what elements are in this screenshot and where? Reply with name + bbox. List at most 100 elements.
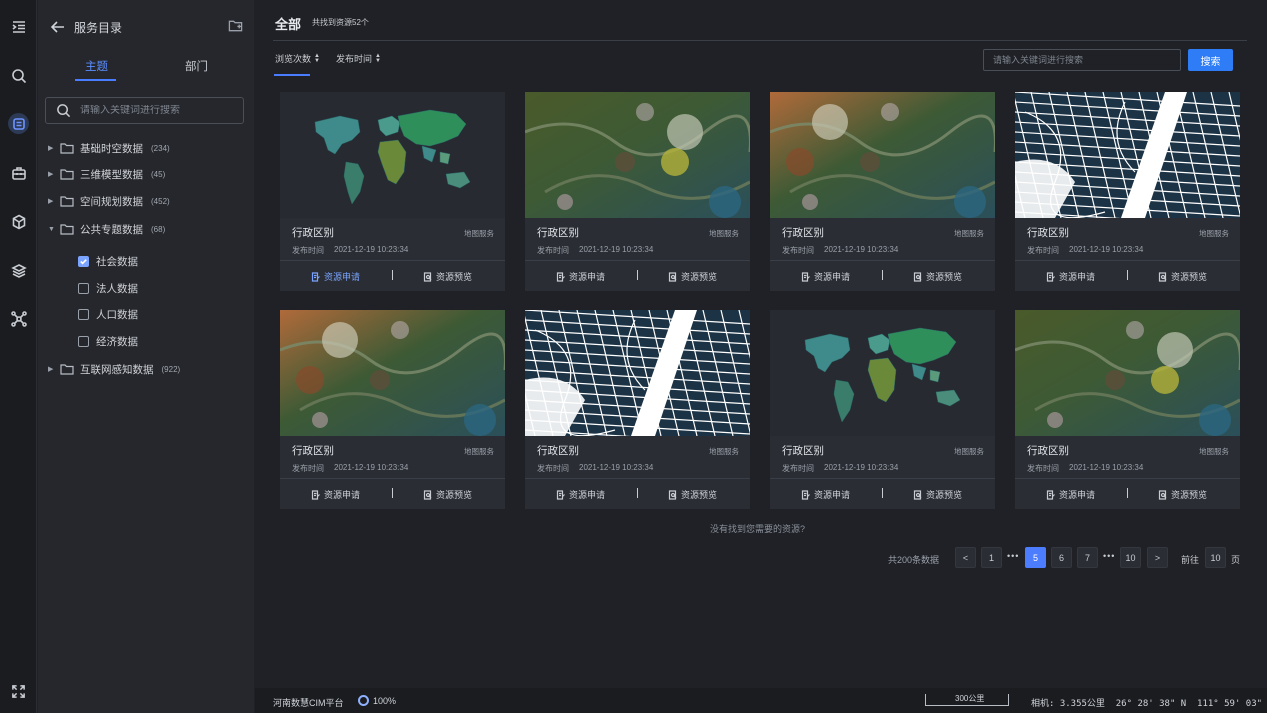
tab-theme[interactable]: 主题 — [85, 58, 108, 74]
tree-node-count: (234) — [151, 143, 170, 153]
apply-resource-button[interactable]: 资源申请 — [311, 488, 360, 501]
apply-resource-button[interactable]: 资源申请 — [556, 270, 605, 283]
checkbox[interactable] — [78, 255, 89, 267]
main-content: 全部 共找到资源52个 浏览次数 ▲▼ 发布时间 ▲▼ 搜索 行政区别地图服务发… — [255, 0, 1267, 688]
leaf-population-data[interactable]: 人口数据 — [78, 306, 138, 322]
page-button[interactable]: 1 — [981, 547, 1002, 568]
toolbox-icon[interactable] — [8, 162, 29, 183]
card-thumbnail[interactable] — [1015, 92, 1240, 218]
main-search-input[interactable] — [983, 49, 1181, 71]
add-folder-icon[interactable] — [228, 18, 244, 34]
page-ellipsis[interactable]: ••• — [1007, 551, 1019, 561]
sort-by-publish-time[interactable]: 发布时间 ▲ ▼ — [336, 52, 381, 65]
resource-card[interactable]: 行政区别 地图服务 发布时间 2021-12-19 10:23:34 资源申请 资源预览 — [1015, 92, 1240, 291]
resource-card[interactable]: 行政区别 地图服务 发布时间 2021-12-19 10:23:34 资源申请 资源预览 — [525, 310, 750, 509]
goto-suffix: 页 — [1231, 555, 1241, 565]
apply-resource-button[interactable]: 资源申请 — [1046, 488, 1095, 501]
resource-card[interactable]: 行政区别 地图服务 发布时间 2021-12-19 10:23:34 资源申请 资源预览 — [280, 92, 505, 291]
result-count: 共找到资源52个 — [312, 18, 369, 27]
page-button[interactable]: 10 — [1120, 547, 1141, 568]
preview-label: 资源预览 — [926, 490, 963, 500]
preview-doc-icon — [1158, 271, 1167, 282]
card-thumbnail[interactable] — [770, 310, 995, 436]
catalog-icon[interactable] — [8, 113, 29, 134]
network-icon[interactable] — [8, 308, 29, 329]
tree-node-label: 公共专题数据 — [80, 223, 143, 236]
search-button[interactable]: 搜索 — [1188, 49, 1233, 71]
leaf-economic-data[interactable]: 经济数据 — [78, 333, 138, 349]
goto-page-input[interactable]: 10 — [1205, 547, 1226, 568]
card-thumbnail[interactable] — [1015, 310, 1240, 436]
page-button[interactable]: 6 — [1051, 547, 1072, 568]
folder-icon — [60, 195, 74, 207]
caret-down-icon[interactable]: ▼ — [48, 226, 56, 233]
fullscreen-icon[interactable] — [11, 684, 26, 699]
preview-resource-button[interactable]: 资源预览 — [668, 270, 717, 283]
edit-doc-icon — [801, 489, 810, 500]
tree-node-internet-sensing[interactable]: ▶ 互联网感知数据 (922) — [48, 360, 180, 378]
resource-card[interactable]: 行政区别 地图服务 发布时间 2021-12-19 10:23:34 资源申请 资源预览 — [770, 92, 995, 291]
catalog-sidebar: 服务目录 主题 部门 ▶ 基础时空数据 (234) ▶ 三维模型数据 (45) — [38, 0, 254, 713]
menu-indent-icon[interactable] — [8, 16, 29, 37]
card-thumbnail[interactable] — [525, 310, 750, 436]
preview-resource-button[interactable]: 资源预览 — [668, 488, 717, 501]
sidebar-search-input[interactable] — [80, 105, 230, 116]
card-thumbnail[interactable] — [525, 92, 750, 218]
card-thumbnail[interactable] — [770, 92, 995, 218]
separator — [882, 270, 883, 280]
checkbox[interactable] — [78, 308, 89, 320]
prev-page-button[interactable]: < — [955, 547, 976, 568]
tree-node-label: 基础时空数据 — [80, 142, 143, 155]
resource-card[interactable]: 行政区别 地图服务 发布时间 2021-12-19 10:23:34 资源申请 资源预览 — [525, 92, 750, 291]
resource-card[interactable]: 行政区别 地图服务 发布时间 2021-12-19 10:23:34 资源申请 资源预览 — [280, 310, 505, 509]
preview-resource-button[interactable]: 资源预览 — [1158, 488, 1207, 501]
tab-department[interactable]: 部门 — [185, 58, 208, 74]
apply-resource-button[interactable]: 资源申请 — [801, 270, 850, 283]
preview-resource-button[interactable]: 资源预览 — [913, 488, 962, 501]
leaf-social-data[interactable]: 社会数据 — [78, 253, 138, 269]
page-button[interactable]: 7 — [1077, 547, 1098, 568]
tree-node-basic-spatial[interactable]: ▶ 基础时空数据 (234) — [48, 139, 170, 157]
layers-icon[interactable] — [8, 260, 29, 281]
card-type-badge: 地图服务 — [709, 229, 739, 238]
caret-right-icon[interactable]: ▶ — [48, 170, 56, 178]
resource-card[interactable]: 行政区别 地图服务 发布时间 2021-12-19 10:23:34 资源申请 资源预览 — [1015, 310, 1240, 509]
tree-node-spatial-planning[interactable]: ▶ 空间规划数据 (452) — [48, 192, 170, 210]
leaf-label: 经济数据 — [96, 335, 138, 348]
next-page-button[interactable]: > — [1147, 547, 1168, 568]
checkbox[interactable] — [78, 335, 89, 347]
apply-resource-button[interactable]: 资源申请 — [1046, 270, 1095, 283]
checkbox[interactable] — [78, 282, 89, 294]
card-date: 2021-12-19 10:23:34 — [334, 463, 409, 472]
tree-node-public-topic[interactable]: ▼ 公共专题数据 (68) — [48, 220, 165, 238]
leaf-legal-person-data[interactable]: 法人数据 — [78, 280, 138, 296]
caret-right-icon[interactable]: ▶ — [48, 197, 56, 205]
sort-by-views[interactable]: 浏览次数 ▲ ▼ — [275, 52, 320, 65]
cube-icon[interactable] — [8, 211, 29, 232]
preview-resource-button[interactable]: 资源预览 — [1158, 270, 1207, 283]
page-ellipsis[interactable]: ••• — [1103, 551, 1115, 561]
folder-icon — [60, 223, 74, 235]
card-date: 2021-12-19 10:23:34 — [824, 463, 899, 472]
apply-resource-button[interactable]: 资源申请 — [556, 488, 605, 501]
card-date: 2021-12-19 10:23:34 — [579, 245, 654, 254]
apply-resource-button[interactable]: 资源申请 — [801, 488, 850, 501]
caret-right-icon[interactable]: ▶ — [48, 365, 56, 373]
tree-node-count: (452) — [151, 196, 170, 206]
apply-resource-button[interactable]: 资源申请 — [311, 270, 360, 283]
preview-resource-button[interactable]: 资源预览 — [913, 270, 962, 283]
resource-card[interactable]: 行政区别 地图服务 发布时间 2021-12-19 10:23:34 资源申请 资源预览 — [770, 310, 995, 509]
card-thumbnail[interactable] — [280, 92, 505, 218]
preview-resource-button[interactable]: 资源预览 — [423, 488, 472, 501]
tree-node-3d-model[interactable]: ▶ 三维模型数据 (45) — [48, 165, 165, 183]
load-progress: 100% — [373, 696, 397, 706]
page-button-current[interactable]: 5 — [1025, 547, 1046, 568]
card-type-badge: 地图服务 — [1199, 229, 1229, 238]
card-thumbnail[interactable] — [280, 310, 505, 436]
no-result-link[interactable]: 没有找到您需要的资源? — [710, 522, 805, 535]
search-icon[interactable] — [8, 65, 29, 86]
caret-right-icon[interactable]: ▶ — [48, 144, 56, 152]
preview-resource-button[interactable]: 资源预览 — [423, 270, 472, 283]
camera-readout: 相机: 3.355公里 26° 28' 38" N 111° 59' 03" E — [1031, 699, 1267, 709]
back-arrow-icon[interactable] — [50, 19, 66, 35]
